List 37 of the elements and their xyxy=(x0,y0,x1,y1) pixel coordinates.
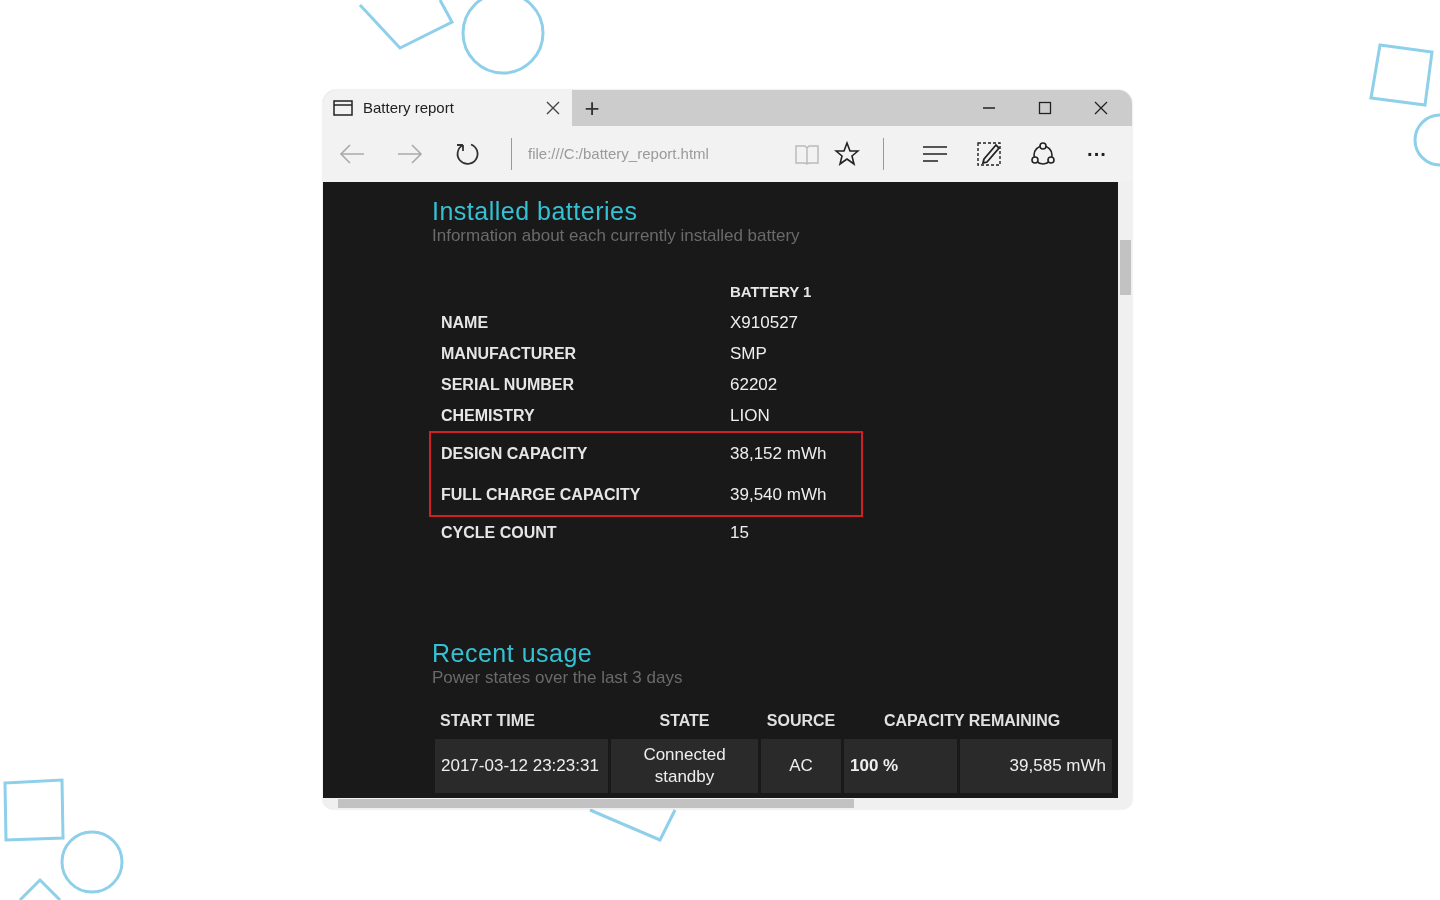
table-cell: 100 % xyxy=(844,738,957,793)
table-cell: AC xyxy=(761,738,841,793)
table-cell: Connected standby xyxy=(611,738,758,793)
field-value: 39,540 mWh xyxy=(730,484,827,507)
column-header: CAPACITY REMAINING xyxy=(883,710,1062,731)
new-tab-button[interactable]: + xyxy=(572,90,612,126)
page-icon xyxy=(333,100,353,116)
tab-title: Battery report xyxy=(363,97,455,118)
field-label: CYCLE COUNT xyxy=(440,522,558,543)
table-cell: 2017-03-12 23:23:31 xyxy=(435,738,608,793)
field-label: CHEMISTRY xyxy=(440,405,536,426)
column-header: BATTERY 1 xyxy=(730,281,813,302)
field-label: FULL CHARGE CAPACITY xyxy=(440,484,642,505)
column-header: START TIME xyxy=(439,710,536,731)
section-subtitle: Power states over the last 3 days xyxy=(432,668,684,689)
close-tab-button[interactable] xyxy=(546,101,560,115)
field-value: LION xyxy=(730,405,770,428)
field-value: SMP xyxy=(730,343,767,366)
field-value: 62202 xyxy=(730,374,778,397)
field-label: NAME xyxy=(440,312,490,333)
section-title: Installed batteries xyxy=(432,196,639,226)
field-label: DESIGN CAPACITY xyxy=(440,443,589,464)
field-value: 38,152 mWh xyxy=(730,443,827,466)
table-cell: 39,585 mWh xyxy=(960,738,1112,793)
more-button[interactable]: ··· xyxy=(1072,139,1122,169)
field-value: X910527 xyxy=(730,312,799,335)
browser-tab[interactable]: Battery report xyxy=(323,90,572,126)
section-title: Recent usage xyxy=(432,638,594,669)
field-value: 15 xyxy=(730,522,749,545)
maximize-icon xyxy=(1038,101,1052,115)
section-subtitle: Information about each currently installed battery xyxy=(432,226,801,247)
field-label: MANUFACTURER xyxy=(440,343,578,364)
column-header: SOURCE xyxy=(765,710,837,731)
close-icon xyxy=(1094,101,1108,115)
horizontal-scrollbar[interactable] xyxy=(323,798,1132,809)
column-header: STATE xyxy=(658,710,711,731)
field-label: SERIAL NUMBER xyxy=(440,374,576,395)
